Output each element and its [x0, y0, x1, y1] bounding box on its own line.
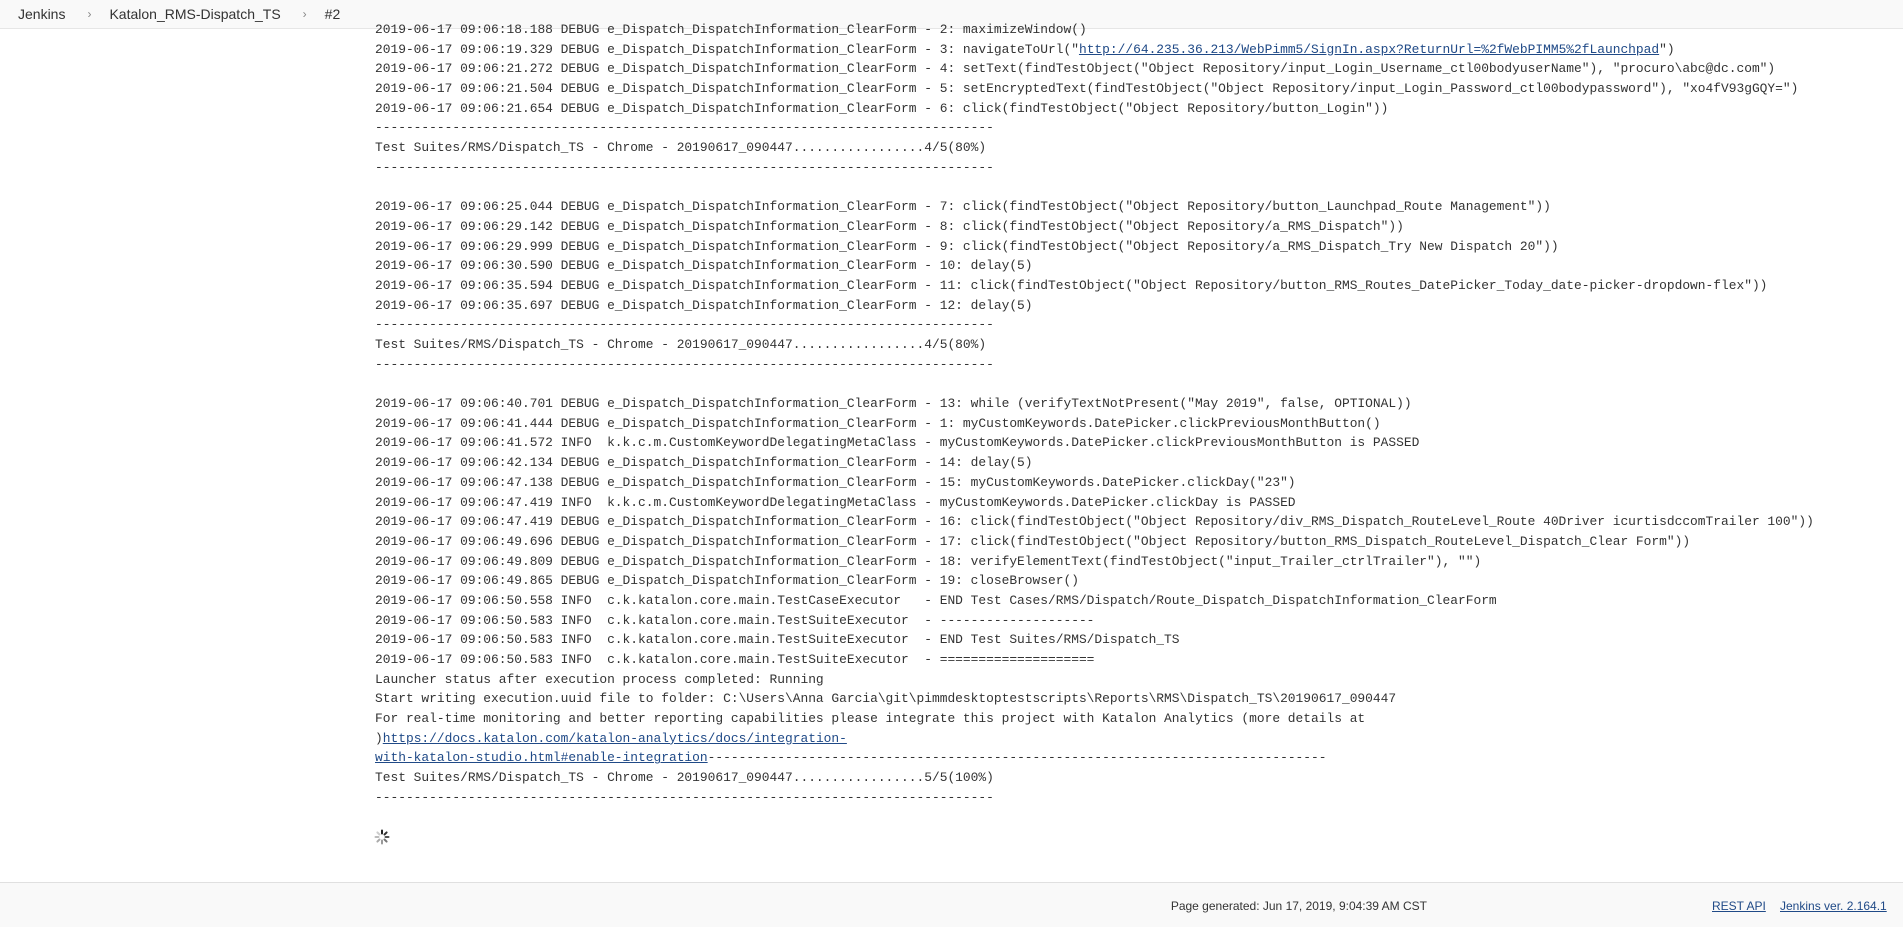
katalon-analytics-link-continued[interactable]: with-katalon-studio.html#enable-integrat… — [375, 750, 708, 765]
console-line: 2019-06-17 09:06:40.701 DEBUG e_Dispatch… — [375, 396, 1412, 412]
console-line: 2019-06-17 09:06:42.134 DEBUG e_Dispatch… — [375, 455, 1033, 471]
console-line: 2019-06-17 09:06:49.696 DEBUG e_Dispatch… — [375, 533, 1691, 549]
console-progress: Test Suites/RMS/Dispatch_TS - Chrome - 2… — [375, 140, 987, 156]
console-line: 2019-06-17 09:06:29.999 DEBUG e_Dispatch… — [375, 238, 1559, 254]
console-line: 2019-06-17 09:06:35.594 DEBUG e_Dispatch… — [375, 277, 1768, 293]
console-line: with-katalon-studio.html#enable-integrat… — [375, 750, 1327, 766]
rest-api-link[interactable]: REST API — [1712, 899, 1766, 913]
console-progress: Test Suites/RMS/Dispatch_TS - Chrome - 2… — [375, 337, 987, 352]
console-line: Start writing execution.uuid file to fol… — [375, 691, 1397, 707]
console-line: 2019-06-17 09:06:21.654 DEBUG e_Dispatch… — [375, 100, 1389, 116]
breadcrumb-separator-icon: › — [302, 7, 307, 21]
console-separator: ----------------------------------------… — [375, 159, 994, 175]
console-line: 2019-06-17 09:06:49.809 DEBUG e_Dispatch… — [375, 553, 1482, 569]
console-line: 2019-06-17 09:06:41.444 DEBUG e_Dispatch… — [375, 415, 1381, 431]
console-line: 2019-06-17 09:06:50.583 INFO c.k.katalon… — [375, 652, 1095, 667]
console-line: 2019-06-17 09:06:50.583 INFO c.k.katalon… — [375, 612, 1095, 628]
console-line: 2019-06-17 09:06:47.138 DEBUG e_Dispatch… — [375, 474, 1296, 490]
console-line: 2019-06-17 09:06:18.188 DEBUG e_Dispatch… — [375, 22, 1087, 37]
console-line: 2019-06-17 09:06:19.329 DEBUG e_Dispatch… — [375, 41, 1675, 57]
jenkins-version-link[interactable]: Jenkins ver. 2.164.1 — [1780, 899, 1887, 913]
console-line: 2019-06-17 09:06:47.419 DEBUG e_Dispatch… — [375, 514, 1814, 530]
breadcrumb-separator-icon: › — [87, 7, 92, 21]
console-line: 2019-06-17 09:06:21.272 DEBUG e_Dispatch… — [375, 61, 1776, 77]
console-line: 2019-06-17 09:06:50.583 INFO c.k.katalon… — [375, 632, 1180, 648]
console-separator: ----------------------------------------… — [375, 356, 994, 372]
console-output: 2019-06-17 09:06:18.188 DEBUG e_Dispatch… — [375, 20, 1890, 827]
console-line: For real-time monitoring and better repo… — [375, 711, 1373, 727]
console-line: Launcher status after execution process … — [375, 671, 824, 687]
katalon-analytics-link[interactable]: https://docs.katalon.com/katalon-analyti… — [383, 731, 847, 746]
loading-spinner-icon — [374, 829, 390, 845]
console-line: 2019-06-17 09:06:49.865 DEBUG e_Dispatch… — [375, 573, 1079, 589]
console-line: 2019-06-17 09:06:47.419 INFO k.k.c.m.Cus… — [375, 494, 1296, 510]
console-separator: ----------------------------------------… — [375, 317, 994, 333]
console-line: 2019-06-17 09:06:50.558 INFO c.k.katalon… — [375, 592, 1497, 608]
page-generated-text: Page generated: Jun 17, 2019, 9:04:39 AM… — [1170, 899, 1427, 913]
console-line: 2019-06-17 09:06:41.572 INFO k.k.c.m.Cus… — [375, 435, 1420, 451]
console-separator: ----------------------------------------… — [375, 120, 994, 136]
console-line: 2019-06-17 09:06:21.504 DEBUG e_Dispatch… — [375, 81, 1799, 97]
console-line: 2019-06-17 09:06:35.697 DEBUG e_Dispatch… — [375, 297, 1033, 313]
breadcrumb-job[interactable]: Katalon_RMS-Dispatch_TS — [91, 6, 280, 22]
navigate-url-link[interactable]: http://64.235.36.213/WebPimm5/SignIn.asp… — [1079, 42, 1659, 57]
console-line: 2019-06-17 09:06:29.142 DEBUG e_Dispatch… — [375, 218, 1404, 234]
console-line: 2019-06-17 09:06:30.590 DEBUG e_Dispatch… — [375, 258, 1033, 274]
breadcrumb-build[interactable]: #2 — [307, 6, 341, 22]
console-line: 2019-06-17 09:06:25.044 DEBUG e_Dispatch… — [375, 199, 1551, 215]
breadcrumb-jenkins[interactable]: Jenkins — [0, 6, 65, 22]
console-progress: ----------------------------------------… — [375, 789, 994, 805]
console-separator: Test Suites/RMS/Dispatch_TS - Chrome - 2… — [375, 770, 994, 786]
console-separator — [375, 808, 1890, 828]
console-line: )https://docs.katalon.com/katalon-analyt… — [375, 730, 847, 746]
page-footer: Page generated: Jun 17, 2019, 9:04:39 AM… — [0, 882, 1903, 927]
